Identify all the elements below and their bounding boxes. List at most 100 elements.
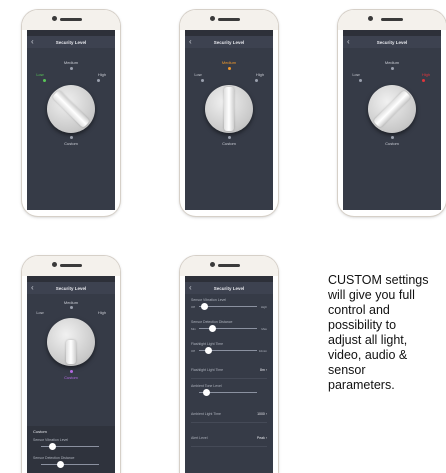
slider-max-label: 10min [258, 349, 267, 353]
back-arrow-icon[interactable]: ‹ [31, 36, 34, 48]
slider-label: Flashlight Light Time [191, 342, 224, 346]
level-dot-custom [228, 136, 231, 139]
detection-distance-slider[interactable]: Sensor Detection Distance [33, 456, 109, 470]
security-dial[interactable] [47, 318, 95, 366]
flashlight-time-slider[interactable]: Flashlight Light Time Off 10min [191, 342, 267, 356]
slider-label: Sensor Vibration Level [33, 438, 69, 442]
phone-low-level: ‹ Security Level Medium Low High Custom [22, 10, 120, 216]
caption-line: possibility to [328, 318, 397, 332]
security-dial[interactable] [47, 85, 95, 133]
security-dial[interactable] [368, 85, 416, 133]
slider-label: Sensor Detection Distance [33, 456, 75, 460]
level-dot-medium [391, 67, 394, 70]
app-screen: ‹ Security Level Sensor Vibration Level … [185, 276, 273, 473]
row-label: Alert Level [191, 436, 208, 440]
back-arrow-icon[interactable]: ‹ [189, 282, 192, 294]
slider-range-labels: Min Max [191, 327, 267, 331]
row-label: Ambient Light Time [191, 412, 221, 416]
title-bar: ‹ Security Level [27, 36, 115, 48]
row-value: Peak › [256, 436, 267, 440]
front-camera-icon [368, 16, 373, 21]
caption-line: parameters. [328, 378, 395, 392]
screen-title: Security Level [55, 39, 87, 45]
level-dot-low [43, 79, 46, 82]
dial-pointer [224, 87, 234, 131]
slider-knob[interactable] [57, 461, 64, 468]
app-screen: ‹ Security Level Medium Low High Custom [27, 30, 115, 210]
level-dot-medium [70, 306, 73, 309]
slider-min-label: Min [191, 327, 196, 331]
dial-pointer [372, 89, 412, 129]
vibration-slider[interactable]: Sensor Vibration Level [33, 438, 109, 452]
level-label-custom[interactable]: Custom [57, 141, 85, 146]
settings-row[interactable]: Alert Level Peak › [191, 436, 267, 447]
level-dot-custom [70, 370, 73, 373]
settings-row[interactable]: Flashlight Light Time 8m › [191, 368, 267, 379]
caption-line: will give you full [328, 288, 415, 302]
caption-line: CUSTOM settings [328, 273, 429, 287]
level-label-low[interactable]: Low [33, 72, 47, 77]
app-screen: ‹ Security Level Medium Low High Custom … [27, 276, 115, 473]
level-label-medium[interactable]: Medium [378, 60, 406, 65]
slider-min-label: Off [191, 305, 195, 309]
front-camera-icon [210, 262, 215, 267]
caption-line: sensor [328, 363, 366, 377]
security-dial[interactable] [205, 85, 253, 133]
level-label-high[interactable]: High [95, 72, 109, 77]
back-arrow-icon[interactable]: ‹ [31, 282, 34, 294]
level-dot-low [359, 79, 362, 82]
level-label-high[interactable]: High [419, 72, 433, 77]
row-value: 1000 › [257, 412, 267, 416]
level-label-low[interactable]: Low [349, 72, 363, 77]
level-dot-high [422, 79, 425, 82]
custom-settings-panel: Custom Sensor Vibration Level Sensor Det… [27, 426, 115, 473]
level-dot-high [97, 79, 100, 82]
caption-line: control and [328, 303, 390, 317]
back-arrow-icon[interactable]: ‹ [189, 36, 192, 48]
level-dot-low [201, 79, 204, 82]
vibration-slider[interactable]: Sensor Vibration Level Off High [191, 298, 267, 312]
front-camera-icon [52, 262, 57, 267]
detection-distance-slider[interactable]: Sensor Detection Distance Min Max [191, 320, 267, 334]
slider-range-labels: Off High [191, 305, 267, 309]
level-label-high[interactable]: High [253, 72, 267, 77]
speaker-icon [60, 18, 82, 21]
level-label-custom[interactable]: Custom [378, 141, 406, 146]
level-dot-medium [70, 67, 73, 70]
speaker-icon [218, 18, 240, 21]
level-label-medium[interactable]: Medium [215, 60, 243, 65]
front-camera-icon [210, 16, 215, 21]
slider-label: Sensor Detection Distance [191, 320, 233, 324]
back-arrow-icon[interactable]: ‹ [347, 36, 350, 48]
slider-track[interactable] [41, 464, 99, 465]
level-label-low[interactable]: Low [33, 310, 47, 315]
title-bar: ‹ Security Level [27, 282, 115, 294]
title-bar: ‹ Security Level [343, 36, 441, 48]
screen-title: Security Level [213, 39, 245, 45]
slider-label: Ambient Tone Level [191, 384, 222, 388]
level-label-low[interactable]: Low [191, 72, 205, 77]
slider-knob[interactable] [49, 443, 56, 450]
speaker-icon [60, 264, 82, 267]
level-label-high[interactable]: High [95, 310, 109, 315]
title-bar: ‹ Security Level [185, 282, 273, 294]
level-label-custom[interactable]: Custom [57, 375, 85, 380]
slider-knob[interactable] [203, 389, 210, 396]
phone-custom-level: ‹ Security Level Medium Low High Custom … [22, 256, 120, 473]
ambient-tone-slider[interactable]: Ambient Tone Level [191, 384, 267, 398]
settings-row[interactable]: Ambient Light Time 1000 › [191, 412, 267, 423]
slider-max-label: Max [261, 327, 267, 331]
custom-panel-header: Custom [33, 429, 47, 434]
screen-title: Security Level [376, 39, 408, 45]
level-label-medium[interactable]: Medium [57, 60, 85, 65]
slider-label: Sensor Vibration Level [191, 298, 227, 302]
dial-pointer [51, 89, 91, 129]
level-dot-medium [228, 67, 231, 70]
app-screen: ‹ Security Level Medium Low High Custom [343, 30, 441, 210]
level-label-medium[interactable]: Medium [57, 300, 85, 305]
slider-max-label: High [260, 305, 267, 309]
slider-range-labels: Off 10min [191, 349, 267, 353]
screen-title: Security Level [213, 285, 245, 291]
level-label-custom[interactable]: Custom [215, 141, 243, 146]
phone-custom-settings: ‹ Security Level Sensor Vibration Level … [180, 256, 278, 473]
